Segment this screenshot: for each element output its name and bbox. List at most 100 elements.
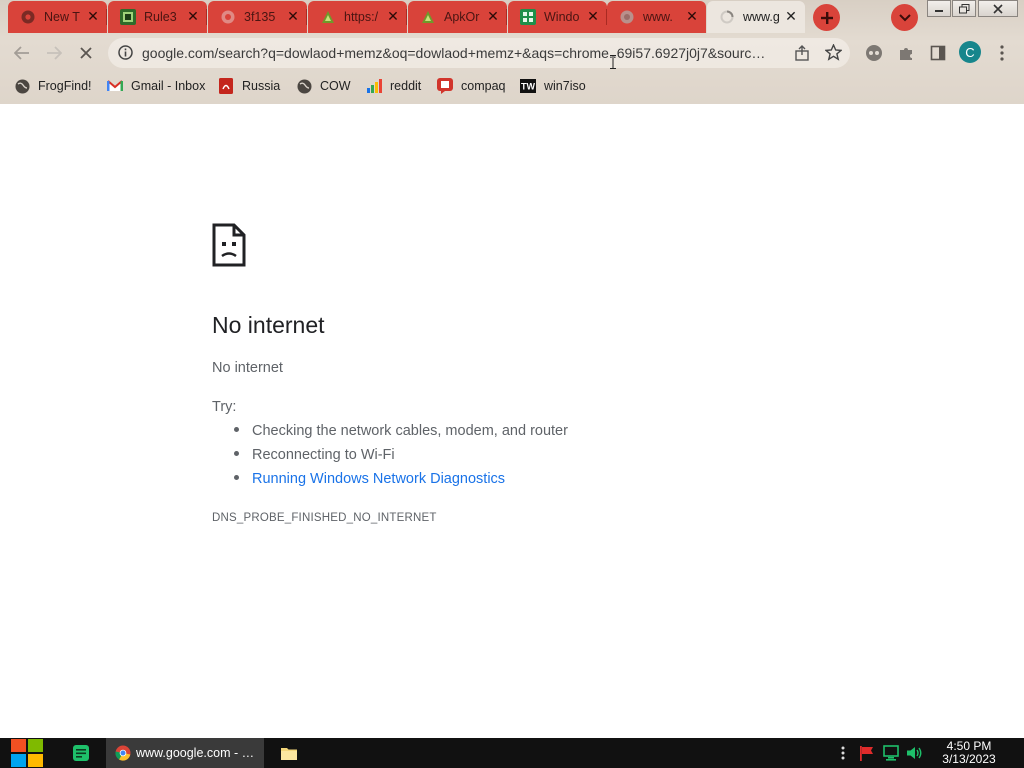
globe-icon [220,9,236,25]
taskbar-chrome-window[interactable]: www.google.com - … [106,738,264,768]
taskbar-app-green[interactable] [70,738,92,768]
tray-overflow[interactable] [834,744,852,762]
extensions-button[interactable] [894,41,918,65]
restore-button[interactable] [952,0,976,17]
tab-windows[interactable]: Windo ✕ [508,1,607,33]
action-center[interactable] [858,744,876,762]
minimize-icon [935,9,943,12]
apk-icon [420,9,436,25]
network-status[interactable] [882,744,900,762]
tab-new-tab[interactable]: New T ✕ [8,1,107,33]
back-button[interactable] [10,41,34,65]
close-icon[interactable]: ✕ [485,9,501,25]
start-button[interactable] [10,738,44,768]
tab-www[interactable]: www. ✕ [607,1,706,33]
bookmark-star-icon[interactable] [824,43,843,65]
network-diagnostics-link[interactable]: Running Windows Network Diagnostics [252,471,505,487]
suggestion-text: Reconnecting to Wi-Fi [252,447,395,463]
new-tab-button[interactable] [813,4,840,31]
extension-button[interactable] [862,41,886,65]
close-icon [993,3,1003,14]
site-info-icon[interactable] [118,45,133,64]
tab-apkor[interactable]: ApkOr ✕ [408,1,507,33]
close-icon[interactable]: ✕ [185,9,201,25]
menu-button[interactable] [990,41,1014,65]
svg-text:TW: TW [521,82,535,92]
bullet-icon [234,474,239,480]
share-icon[interactable] [794,45,810,65]
forward-arrow-icon [47,46,62,60]
compaq-icon [437,78,453,94]
bookmark-label: COW [320,79,351,93]
side-panel-icon [930,45,946,61]
network-icon [883,745,899,761]
globe-icon [296,78,312,94]
gmail-icon [107,78,123,94]
error-page: No internet No internet Try: Checking th… [0,104,1024,738]
error-subtitle: No internet [212,360,283,376]
window-close-button[interactable] [978,0,1018,17]
taskbar: www.google.com - … 4:50 PM 3/13/2023 [0,738,1024,768]
close-icon[interactable]: ✕ [585,9,601,25]
bookmark-compaq[interactable]: compaq [437,76,505,96]
tab-strip: New T ✕ Rule3 ✕ 3f135 ✕ https:/ ✕ ApkOr … [0,0,1024,34]
close-icon[interactable]: ✕ [385,9,401,25]
forward-button[interactable] [42,41,66,65]
error-title: No internet [212,312,325,338]
tab-active-google[interactable]: www.g ✕ [707,1,805,33]
taskbar-clock[interactable]: 4:50 PM 3/13/2023 [932,740,1006,766]
restore-icon [958,3,969,13]
sad-document-icon [212,223,246,267]
tab-rule34[interactable]: Rule3 ✕ [108,1,207,33]
bookmark-reddit[interactable]: reddit [366,76,421,96]
pdf-icon [218,78,234,94]
profile-avatar[interactable]: C [959,41,981,63]
browser-chrome: New T ✕ Rule3 ✕ 3f135 ✕ https:/ ✕ ApkOr … [0,0,1024,104]
close-icon[interactable]: ✕ [85,9,101,25]
plus-icon [820,11,833,24]
kebab-menu-icon [841,746,845,760]
text-cursor-icon [610,54,616,69]
bullet-icon [234,426,239,432]
minimize-button[interactable] [927,0,951,17]
close-icon[interactable]: ✕ [684,9,700,25]
bookmark-gmail[interactable]: Gmail - Inbox [107,76,205,96]
reddit-icon [366,78,382,94]
tab-title: New T [44,10,80,24]
error-code: DNS_PROBE_FINISHED_NO_INTERNET [212,512,437,524]
close-icon[interactable]: ✕ [783,9,799,25]
url-text[interactable]: google.com/search?q=dowlaod+memz&oq=dowl… [142,45,784,61]
side-panel-button[interactable] [926,41,950,65]
bookmark-cow[interactable]: COW [296,76,351,96]
globe-icon [14,78,30,94]
tab-search-button[interactable] [891,4,918,31]
chrome-icon [20,9,36,25]
globe-icon [619,9,635,25]
taskbar-file-explorer[interactable] [278,738,300,768]
bookmark-label: reddit [390,79,422,93]
bookmark-russia[interactable]: Russia [218,76,280,96]
suggestion-item-diagnostics: Running Windows Network Diagnostics [234,471,505,487]
bookmark-frogfind[interactable]: FrogFind! [14,76,92,96]
bookmark-label: compaq [461,79,506,93]
tab-3f135[interactable]: 3f135 ✕ [208,1,307,33]
loading-spinner-icon [719,9,735,25]
stop-reload-button[interactable] [74,41,98,65]
address-bar[interactable]: google.com/search?q=dowlaod+memz&oq=dowl… [108,38,850,68]
bullet-icon [234,450,239,456]
tab-https[interactable]: https:/ ✕ [308,1,407,33]
tab-title: ApkOr [444,10,480,24]
taskbar-window-title: www.google.com - … [136,746,255,760]
clock-date: 3/13/2023 [942,752,996,766]
stop-icon [80,47,92,59]
bookmark-label: Russia [242,79,281,93]
kebab-menu-icon [1000,45,1004,61]
volume-control[interactable] [905,744,923,762]
windows-icon [520,9,536,25]
tab-title: https:/ [344,10,379,24]
puzzle-icon [900,48,912,60]
back-arrow-icon [14,46,29,60]
close-icon[interactable]: ✕ [285,9,301,25]
bookmark-label: Gmail - Inbox [131,79,206,93]
bookmark-win7iso[interactable]: TW win7iso [520,76,586,96]
